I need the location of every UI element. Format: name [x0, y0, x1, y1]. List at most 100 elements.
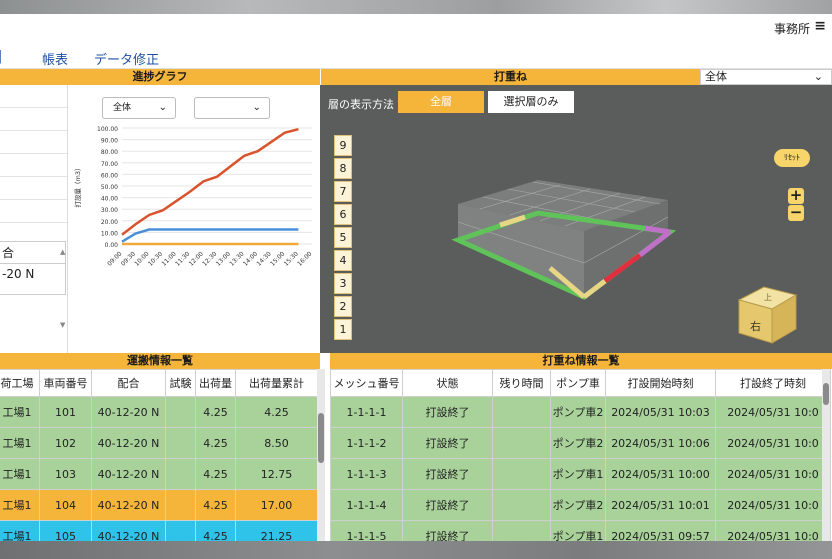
y-tick-label: 50.00: [101, 184, 118, 191]
transport-scrollbar[interactable]: [317, 369, 325, 541]
table-cell: 工場1: [0, 396, 40, 428]
background-strip-bottom: [0, 541, 832, 559]
table-cell: 2024/05/31 10:0: [715, 520, 831, 541]
transport-list-header: 運搬情報一覧: [0, 353, 320, 369]
chevron-down-icon: ⌄: [813, 70, 823, 83]
table-cell: 105: [39, 520, 92, 541]
transport-column-header[interactable]: 配合: [91, 369, 166, 397]
table-cell: 工場1: [0, 427, 40, 459]
table-row[interactable]: 工場1 101 40-12-20 N 4.25 4.25: [0, 396, 318, 428]
table-cell: 103: [39, 458, 92, 490]
chart-filter2-select[interactable]: ⌄: [194, 97, 270, 119]
scroll-up-icon[interactable]: ▲: [60, 248, 65, 256]
table-cell: [165, 489, 196, 521]
table-cell: ポンプ車2: [550, 427, 606, 459]
orientation-cube[interactable]: 上 右: [734, 275, 804, 345]
table-cell: 1-1-1-3: [330, 458, 403, 490]
table-cell: 40-12-20 N: [91, 520, 166, 541]
cube-front-label: 右: [750, 319, 761, 333]
placement-column-header[interactable]: ポンプ車: [550, 369, 606, 397]
table-cell: 打設終了: [402, 520, 493, 541]
table-cell: [165, 520, 196, 541]
table-cell: ポンプ車1: [550, 458, 606, 490]
reset-button[interactable]: ﾘｾｯﾄ: [774, 149, 810, 167]
mix-value[interactable]: -20 N: [0, 264, 65, 284]
table-cell: [492, 458, 551, 490]
placement-panel-header: 打重ね: [321, 69, 700, 85]
placement-list-header: 打重ね情報一覧: [330, 353, 832, 369]
scrollbar-thumb[interactable]: [318, 413, 324, 463]
table-cell: 40-12-20 N: [91, 458, 166, 490]
table-row[interactable]: 工場1 105 40-12-20 N 4.25 21.25: [0, 520, 318, 541]
placement-filter-select[interactable]: 全体 ⌄: [700, 69, 832, 85]
table-cell: 8.50: [235, 427, 318, 459]
chart-filter-select[interactable]: 全体 ⌄: [102, 97, 176, 119]
placement-3d-view: 層の表示方法 全層 選択層のみ 9 8 7 6 5 4 3 2 1 ﾘｾｯﾄ +…: [320, 85, 832, 353]
list-item[interactable]: [0, 200, 67, 223]
table-row[interactable]: 1-1-1-1 打設終了 ポンプ車2 2024/05/31 10:03 2024/05/…: [330, 396, 831, 428]
y-tick-label: 70.00: [101, 161, 118, 168]
placement-column-header[interactable]: メッシュ番号: [330, 369, 403, 397]
transport-table: 荷工場 車両番号 配合 試験 出荷量 出荷量累計 工場1 101 40-12-20 N 4.25…: [0, 369, 318, 541]
hamburger-icon[interactable]: ≡: [814, 18, 826, 34]
placement-column-header[interactable]: 状態: [402, 369, 493, 397]
tab-edge: |: [0, 49, 3, 64]
table-cell: 4.25: [195, 489, 236, 521]
table-row[interactable]: 1-1-1-2 打設終了 ポンプ車2 2024/05/31 10:06 2024/05/…: [330, 427, 831, 459]
table-cell: 2024/05/31 10:01: [605, 489, 716, 521]
transport-column-header[interactable]: 出荷量累計: [235, 369, 318, 397]
transport-column-header[interactable]: 出荷量: [195, 369, 236, 397]
table-cell: 工場1: [0, 520, 40, 541]
y-tick-label: 60.00: [101, 172, 118, 179]
transport-column-header[interactable]: 車両番号: [39, 369, 92, 397]
y-tick-label: 10.00: [101, 230, 118, 237]
y-tick-label: 100.00: [97, 126, 118, 133]
table-row[interactable]: 1-1-1-5 打設終了 ポンプ車1 2024/05/31 09:57 2024/05/…: [330, 520, 831, 541]
table-cell: 4.25: [195, 396, 236, 428]
tab-bar: | 帳表 データ修正: [0, 47, 832, 69]
table-cell: 2024/05/31 09:57: [605, 520, 716, 541]
tab-data-edit[interactable]: データ修正: [94, 49, 159, 68]
list-item[interactable]: [0, 154, 67, 177]
table-cell: [492, 396, 551, 428]
list-item[interactable]: [0, 85, 67, 108]
table-cell: [492, 520, 551, 541]
chart-filter-value: 全体: [113, 103, 132, 113]
zoom-out-button[interactable]: −: [788, 205, 804, 221]
table-cell: [492, 489, 551, 521]
placement-scrollbar[interactable]: [822, 369, 830, 541]
placement-filter-value: 全体: [705, 70, 727, 83]
table-row[interactable]: 工場1 102 40-12-20 N 4.25 8.50: [0, 427, 318, 459]
table-cell: 打設終了: [402, 458, 493, 490]
placement-column-header[interactable]: 打設終了時刻: [715, 369, 831, 397]
list-item[interactable]: [0, 177, 67, 200]
table-cell: 2024/05/31 10:06: [605, 427, 716, 459]
table-row[interactable]: 1-1-1-4 打設終了 ポンプ車2 2024/05/31 10:01 2024/05/…: [330, 489, 831, 521]
y-tick-label: 40.00: [101, 196, 118, 203]
zoom-in-button[interactable]: +: [788, 188, 804, 204]
transport-column-header[interactable]: 荷工場: [0, 369, 40, 397]
table-cell: 4.25: [195, 427, 236, 459]
series-line-0: [121, 127, 299, 236]
scroll-down-icon[interactable]: ▼: [60, 321, 65, 329]
table-row[interactable]: 工場1 103 40-12-20 N 4.25 12.75: [0, 458, 318, 490]
table-cell: [165, 396, 196, 428]
table-row[interactable]: 1-1-1-3 打設終了 ポンプ車1 2024/05/31 10:00 2024/05/…: [330, 458, 831, 490]
y-tick-label: 30.00: [101, 207, 118, 214]
table-cell: 打設終了: [402, 489, 493, 521]
transport-column-header[interactable]: 試験: [165, 369, 196, 397]
tab-reports[interactable]: 帳表: [42, 49, 68, 68]
table-cell: 102: [39, 427, 92, 459]
office-label[interactable]: 事務所: [774, 20, 810, 37]
table-cell: 40-12-20 N: [91, 396, 166, 428]
scrollbar-thumb[interactable]: [823, 383, 829, 405]
list-item[interactable]: [0, 108, 67, 131]
progress-panel-header: 進捗グラフ: [0, 69, 320, 85]
chevron-down-icon: ⌄: [158, 102, 167, 113]
list-item[interactable]: [0, 131, 67, 154]
placement-column-header[interactable]: 残り時間: [492, 369, 551, 397]
table-row[interactable]: 工場1 104 40-12-20 N 4.25 17.00: [0, 489, 318, 521]
chevron-down-icon: ⌄: [252, 102, 261, 113]
table-cell: 1-1-1-1: [330, 396, 403, 428]
placement-column-header[interactable]: 打設開始時刻: [605, 369, 716, 397]
